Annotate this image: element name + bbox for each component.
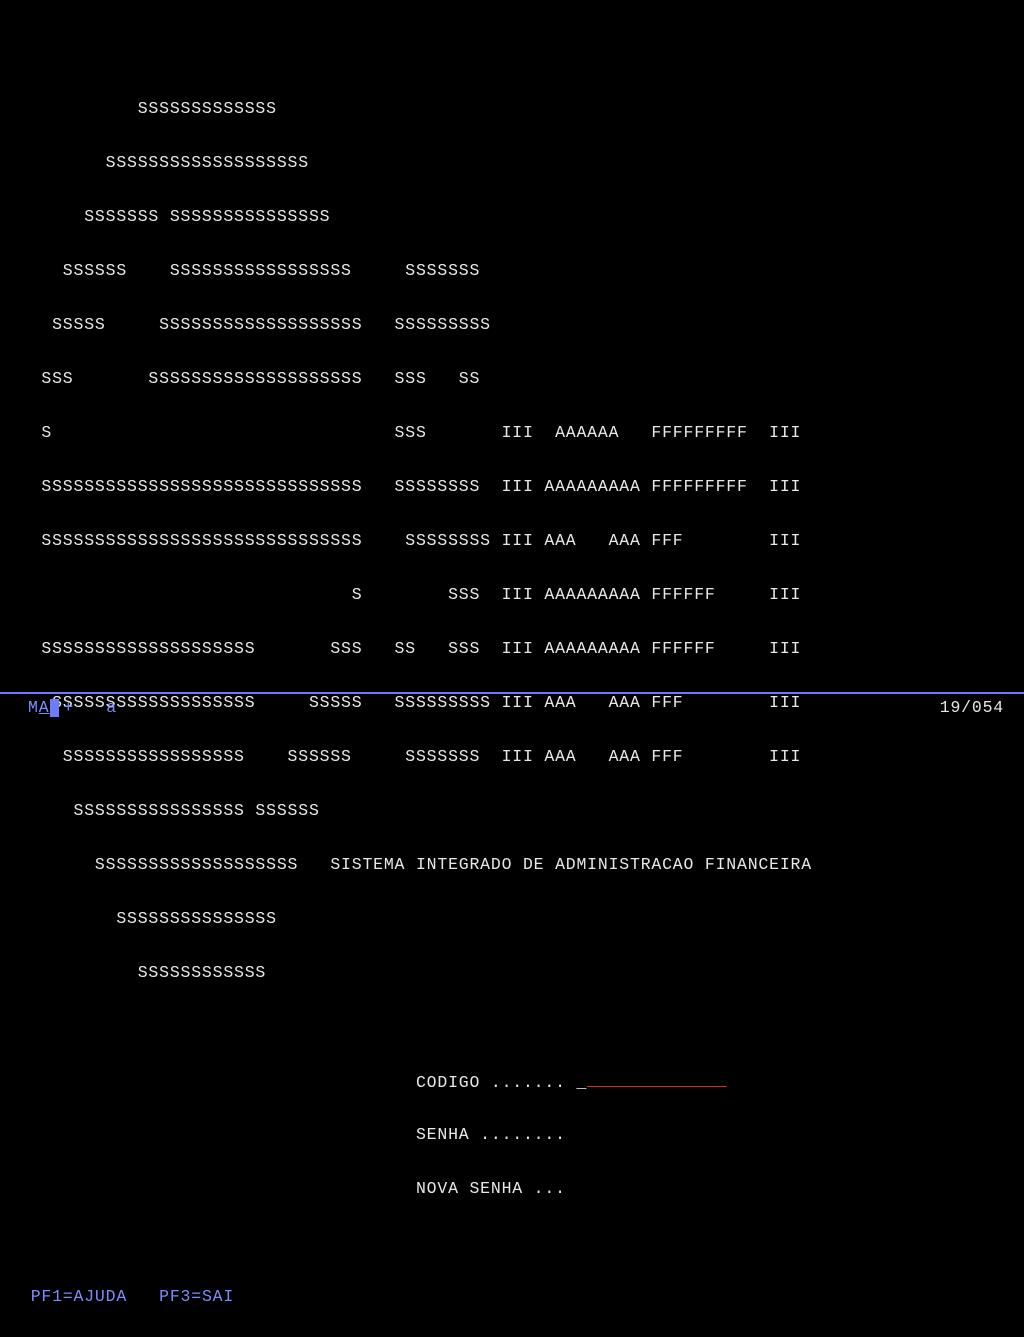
ascii-art-line: S SSS III AAAAAAAAA FFFFFF III xyxy=(20,581,1024,608)
terminal-screen: SSSSSSSSSSSSS SSSSSSSSSSSSSSSSSSS SSSSSS… xyxy=(0,0,1024,1337)
ascii-art-line: SSSSS SSSSSSSSSSSSSSSSSSS SSSSSSSSS xyxy=(20,311,1024,338)
ascii-art-line: SSSSSSSSSSSSSSSSSSSSSSSSSSSSSS SSSSSSSS … xyxy=(20,527,1024,554)
status-a: a xyxy=(106,694,117,721)
ascii-art-line: SSSSSSSSSSSSSSSSSSSS SSS SS SSS III AAAA… xyxy=(20,635,1024,662)
nova-senha-row: NOVA SENHA ... xyxy=(20,1175,1024,1202)
ascii-art-line: SSS SSSSSSSSSSSSSSSSSSSS SSS SS xyxy=(20,365,1024,392)
codigo-input[interactable] xyxy=(587,1067,727,1087)
cursor-position: 19/054 xyxy=(940,694,1004,721)
codigo-label: CODIGO ....... xyxy=(416,1073,566,1092)
nova-senha-label: NOVA SENHA ... xyxy=(416,1179,566,1198)
text-cursor: _ xyxy=(577,1073,588,1092)
status-left: MA + a xyxy=(28,694,117,721)
ascii-art-line: SSSSSSSSSSSSSSS xyxy=(20,905,1024,932)
pf1-help: PF1=AJUDA xyxy=(31,1287,127,1306)
ascii-art-line: SSSSSSSSSSSSSSSSSSSSSSSSSSSSSS SSSSSSSS … xyxy=(20,473,1024,500)
ascii-art-line: SSSSSS SSSSSSSSSSSSSSSSS SSSSSSS xyxy=(20,257,1024,284)
senha-label: SENHA ........ xyxy=(416,1125,566,1144)
status-cursor-block xyxy=(50,699,59,717)
ascii-art-line: SSSSSSS SSSSSSSSSSSSSSS xyxy=(20,203,1024,230)
ascii-art-line: SSSSSSSSSSSSS xyxy=(20,95,1024,122)
codigo-row: CODIGO ....... _ xyxy=(20,1067,1024,1094)
pf3-exit: PF3=SAI xyxy=(159,1287,234,1306)
ascii-art-line: SSSSSSSSSSSSSSSSS SSSSSS SSSSSSS III AAA… xyxy=(20,743,1024,770)
status-ma: MA xyxy=(28,694,49,721)
senha-row: SENHA ........ xyxy=(20,1121,1024,1148)
ascii-art-line: S SSS III AAAAAA FFFFFFFFF III xyxy=(20,419,1024,446)
ascii-art-line: SSSSSSSSSSSSSSSS SSSSSS xyxy=(20,797,1024,824)
blank-line xyxy=(20,1229,1024,1256)
ascii-art-line: SSSSSSSSSSSSSSSSSSS SISTEMA INTEGRADO DE… xyxy=(20,851,1024,878)
fkey-row: PF1=AJUDA PF3=SAI xyxy=(20,1283,1024,1310)
ascii-art-line: SSSSSSSSSSSSSSSSSSS xyxy=(20,149,1024,176)
blank-line xyxy=(20,1013,1024,1040)
ascii-art-line: SSSSSSSSSSSS xyxy=(20,959,1024,986)
status-plus: + xyxy=(63,694,74,721)
status-bar: MA+ a 19/054 xyxy=(0,692,1024,712)
